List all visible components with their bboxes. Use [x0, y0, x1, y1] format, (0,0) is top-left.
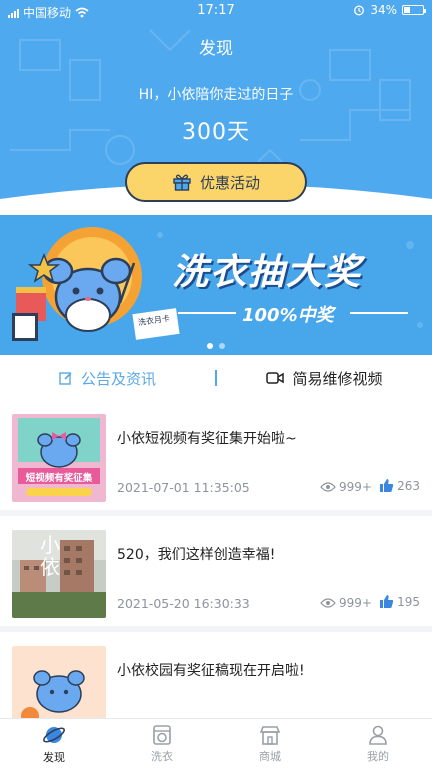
list-item[interactable]: 短视频有奖征集 小依短视频有奖征集开始啦~ 2021-07-01 11:35:0… [0, 400, 432, 516]
news-thumbnail: 小依 [12, 530, 106, 618]
banner-subline: 100%中奖 [242, 305, 334, 326]
nav-profile[interactable]: 我的 [324, 719, 432, 768]
view-count-value: 999+ [339, 596, 372, 610]
bottom-nav: 发现 洗衣 商城 我的 [0, 718, 432, 768]
tab-repair-videos[interactable]: 简易维修视频 [217, 368, 432, 389]
news-date: 2021-07-01 11:35:05 [117, 480, 250, 495]
nav-label: 商城 [259, 749, 281, 763]
washer-icon [153, 724, 171, 745]
page-title: 发现 [199, 39, 233, 59]
thumb-caption: 短视频有奖征集 [25, 473, 93, 484]
eye-icon [320, 482, 336, 492]
view-count-value: 999+ [339, 480, 372, 494]
promo-button-label: 优惠活动 [199, 173, 260, 192]
news-date: 2021-05-20 16:30:33 [117, 596, 250, 611]
like-count[interactable]: 263 [379, 478, 420, 493]
tab-label: 简易维修视频 [292, 369, 383, 388]
news-title: 520，我们这样创造幸福! [117, 547, 276, 563]
battery-icon [402, 5, 426, 15]
content-tabs: 公告及资讯 简易维修视频 [0, 356, 432, 400]
news-title: 小依校园有奖征稿现在开启啦! [117, 663, 305, 679]
list-item[interactable]: 小依校园有奖征稿现在开启啦! [0, 632, 432, 718]
shop-icon [259, 725, 281, 745]
days-count: 300天 [182, 120, 250, 145]
edit-icon [59, 372, 72, 385]
nav-discover[interactable]: 发现 [0, 719, 108, 768]
nav-label: 洗衣 [151, 749, 173, 763]
battery-percent: 34% [370, 3, 397, 17]
status-bar: 中国移动 17:17 34% [0, 0, 432, 22]
news-title: 小依短视频有奖征集开始啦~ [117, 431, 297, 447]
like-count-value: 195 [397, 594, 420, 609]
tab-announcements[interactable]: 公告及资讯 [0, 368, 215, 389]
list-item[interactable]: 小依 520，我们这样创造幸福! 2021-05-20 16:30:33 999… [0, 516, 432, 632]
like-count-value: 263 [397, 478, 420, 493]
thumbs-up-icon [380, 595, 394, 608]
banner-headline: 洗衣抽大奖 [172, 252, 363, 293]
planet-icon [43, 726, 65, 743]
promo-button[interactable]: 优惠活动 [125, 162, 307, 202]
news-list: 短视频有奖征集 小依短视频有奖征集开始啦~ 2021-07-01 11:35:0… [0, 400, 432, 718]
news-thumbnail: 短视频有奖征集 [12, 414, 106, 502]
gift-icon [173, 174, 191, 191]
view-count: 999+ [320, 480, 372, 494]
banner-pagination [0, 343, 432, 349]
nav-label: 发现 [43, 750, 65, 764]
user-icon [369, 725, 387, 745]
nav-shop[interactable]: 商城 [216, 719, 324, 768]
banner-dot[interactable] [219, 343, 225, 349]
video-icon [266, 372, 285, 384]
news-thumbnail [12, 646, 106, 718]
tab-label: 公告及资讯 [80, 369, 156, 388]
thumbs-up-icon [380, 479, 394, 492]
like-count[interactable]: 195 [379, 594, 420, 609]
promo-banner[interactable]: 洗衣月卡 洗衣抽大奖 100%中奖 [0, 215, 432, 355]
nav-laundry[interactable]: 洗衣 [108, 719, 216, 768]
view-count: 999+ [320, 596, 372, 610]
thumb-caption: 小依 [40, 533, 60, 579]
greeting-text: HI，小依陪你走过的日子 [138, 87, 294, 103]
eye-icon [320, 598, 336, 608]
status-right: 34% [353, 3, 426, 17]
banner-dot[interactable] [207, 343, 213, 349]
nav-label: 我的 [367, 749, 389, 763]
alarm-icon [354, 5, 365, 16]
